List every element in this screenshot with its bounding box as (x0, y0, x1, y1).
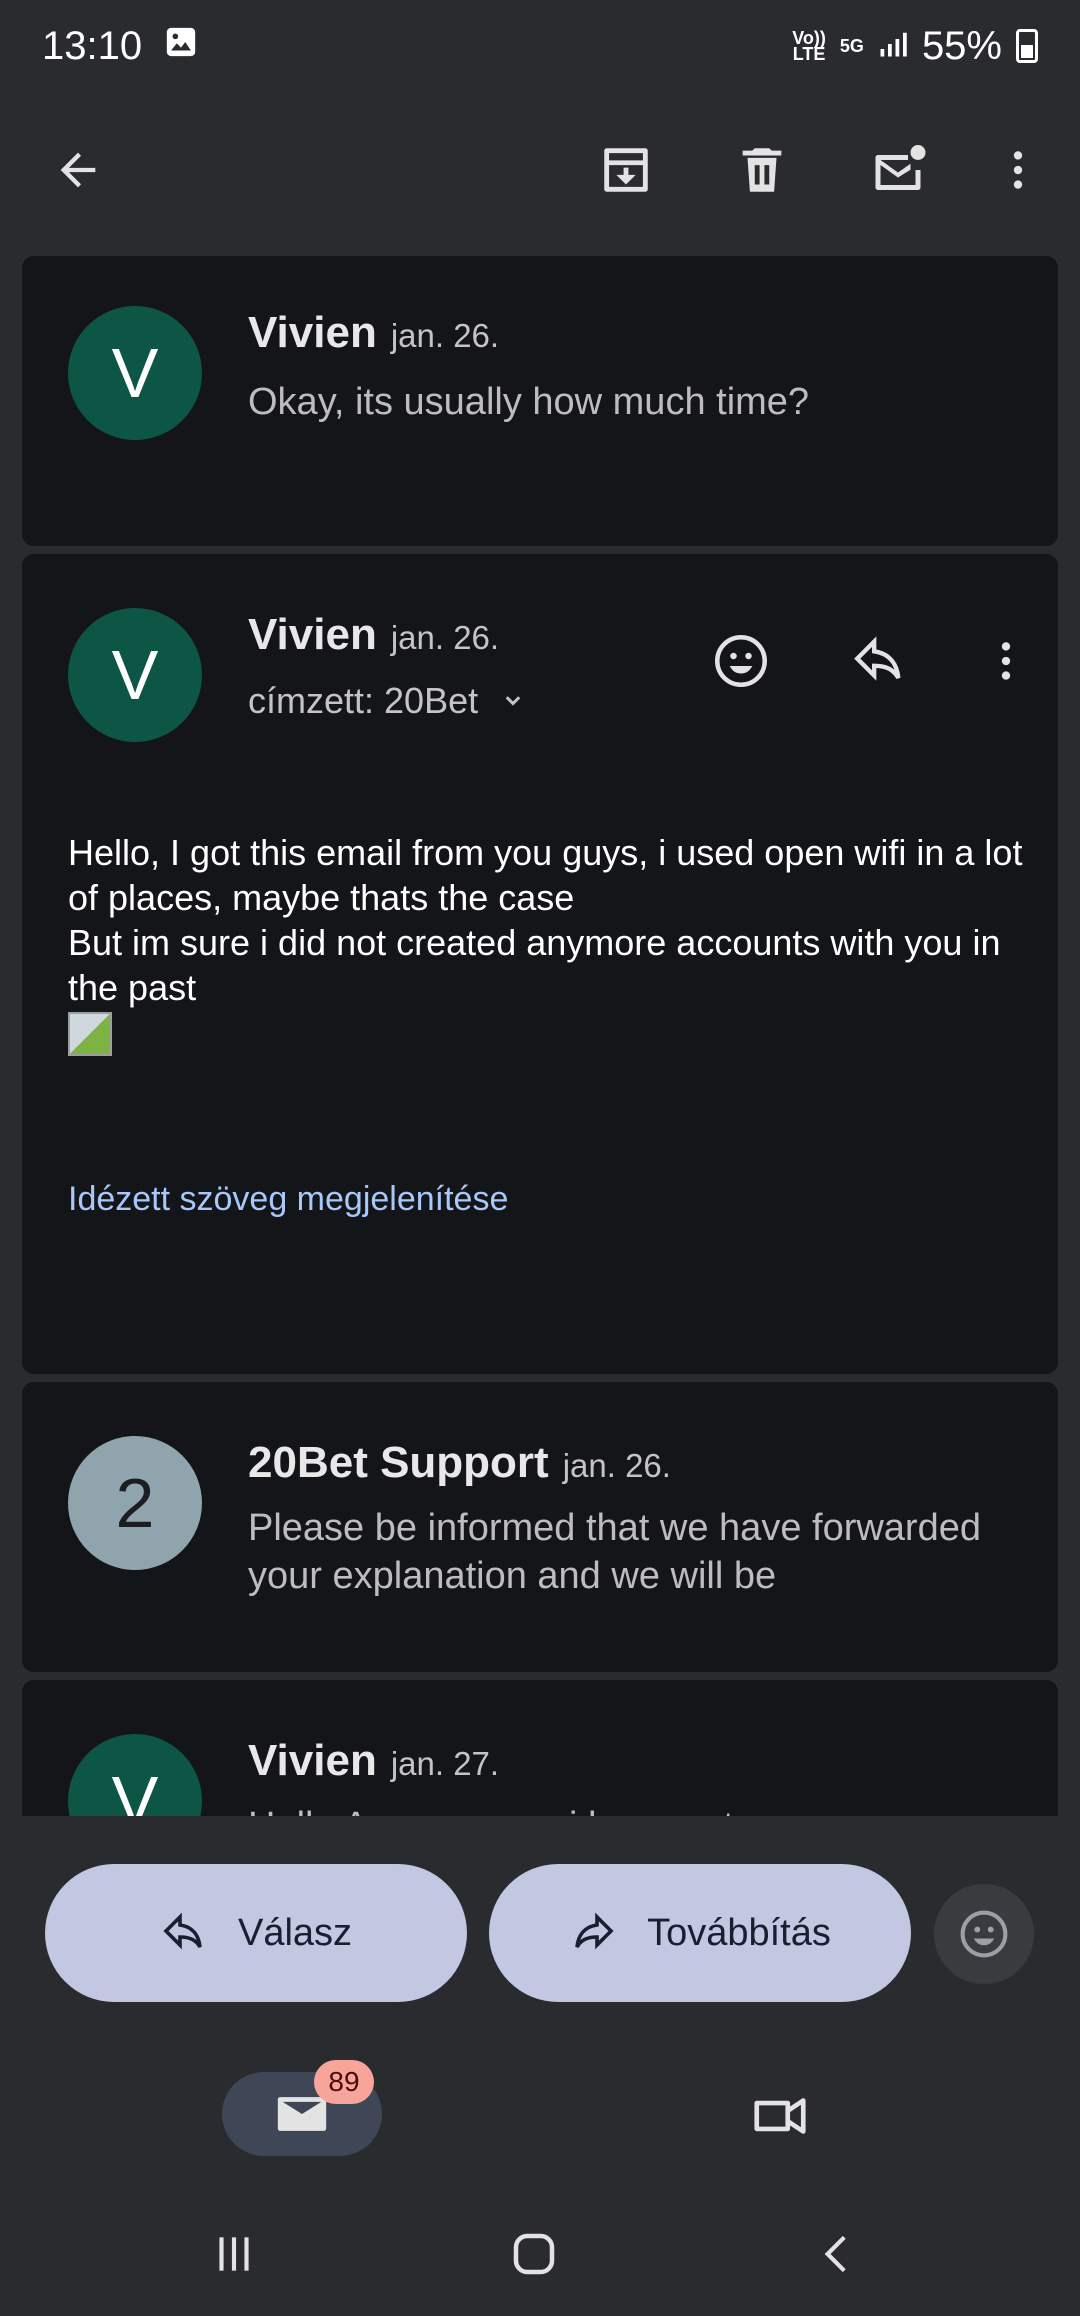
message-snippet: Hello Are you sure i have not (248, 1802, 1028, 1816)
chevron-down-icon (505, 696, 521, 706)
sender-name: Vivien (248, 1736, 377, 1785)
message-snippet: Please be informed that we have forwarde… (248, 1507, 981, 1597)
message-body: Hello, I got this email from you guys, i… (68, 832, 1023, 1008)
archive-button[interactable] (586, 130, 666, 210)
recipient-toggle[interactable]: címzett: 20Bet (248, 680, 528, 722)
forward-icon (575, 1912, 614, 1950)
reply-button[interactable] (844, 626, 914, 696)
more-options-button[interactable] (978, 130, 1058, 210)
recent-apps-icon (219, 2237, 249, 2271)
trash-icon (742, 148, 782, 192)
reply-icon (163, 1912, 202, 1950)
avatar[interactable]: V (68, 306, 202, 440)
emoji-icon (715, 635, 767, 687)
reply-pill-button[interactable]: Válasz (45, 1864, 467, 2002)
archive-icon (604, 148, 648, 192)
message-date: jan. 26. (390, 317, 500, 354)
show-quoted-text-link[interactable]: Idézett szöveg megjelenítése (68, 1180, 508, 1219)
sender-name: Vivien (248, 308, 377, 357)
video-camera-icon (754, 2098, 806, 2134)
more-vert-icon (1013, 151, 1023, 189)
message-collapsed[interactable]: V Vivien jan. 27. Hello Are you sure i h… (22, 1680, 1058, 1816)
avatar[interactable]: V (68, 608, 202, 742)
message-date: jan. 26. (562, 1447, 671, 1484)
message-expanded: V Vivien jan. 26. címzett: 20Bet Hello, … (22, 554, 1058, 1374)
reply-icon (854, 636, 901, 681)
network-type: 5G (839, 36, 864, 56)
system-navigation-bar (0, 2184, 1080, 2316)
message-date: jan. 27. (390, 1745, 500, 1782)
thread-list[interactable]: V Vivien jan. 26. Okay, its usually how … (0, 256, 1080, 1816)
avatar[interactable]: 2 (68, 1436, 202, 1570)
mail-unread-icon (875, 145, 926, 190)
volte-icon: Vo)) LTE (792, 28, 826, 64)
recent-apps-button[interactable] (194, 2214, 274, 2294)
reply-label: Válasz (237, 1911, 353, 1954)
message-snippet: Okay, its usually how much time? (248, 381, 810, 423)
message-collapsed[interactable]: V Vivien jan. 26. Okay, its usually how … (22, 256, 1058, 546)
add-reaction-button[interactable] (706, 626, 776, 696)
emoji-icon (960, 1910, 1008, 1958)
message-date: jan. 26. (390, 619, 500, 656)
mark-unread-button[interactable] (858, 130, 938, 210)
system-back-button[interactable] (798, 2214, 878, 2294)
gallery-notification-icon (164, 24, 198, 69)
forward-pill-button[interactable]: Továbbítás (489, 1864, 911, 2002)
avatar[interactable]: V (68, 1734, 202, 1816)
battery-percent: 55% (921, 23, 1002, 68)
status-time: 13:10 (42, 23, 143, 68)
message-more-button[interactable] (978, 626, 1034, 696)
arrow-left-icon (60, 152, 96, 188)
back-button[interactable] (38, 130, 118, 210)
meet-tab[interactable] (740, 2076, 820, 2156)
bottom-navigation: 89 (0, 2046, 1080, 2184)
delete-button[interactable] (722, 130, 802, 210)
more-vert-icon (1001, 642, 1011, 680)
home-button[interactable] (494, 2214, 574, 2294)
sender-name: Vivien (248, 610, 377, 659)
broken-image-icon (68, 1012, 112, 1056)
forward-label: Továbbítás (647, 1911, 831, 1954)
recipient-label: címzett: 20Bet (248, 680, 479, 721)
status-bar: 13:10 Vo)) LTE 5G 55% (0, 0, 1080, 92)
signal-icon (878, 24, 908, 69)
home-icon (513, 2233, 555, 2275)
battery-icon (1016, 29, 1038, 63)
unread-badge: 89 (314, 2060, 374, 2104)
reply-action-bar: Válasz Továbbítás (0, 1816, 1080, 2046)
reaction-button[interactable] (934, 1884, 1034, 1984)
chevron-left-icon (824, 2235, 846, 2273)
message-collapsed[interactable]: 2 20Bet Support jan. 26. Please be infor… (22, 1382, 1058, 1672)
sender-name: 20Bet Support (248, 1438, 549, 1487)
